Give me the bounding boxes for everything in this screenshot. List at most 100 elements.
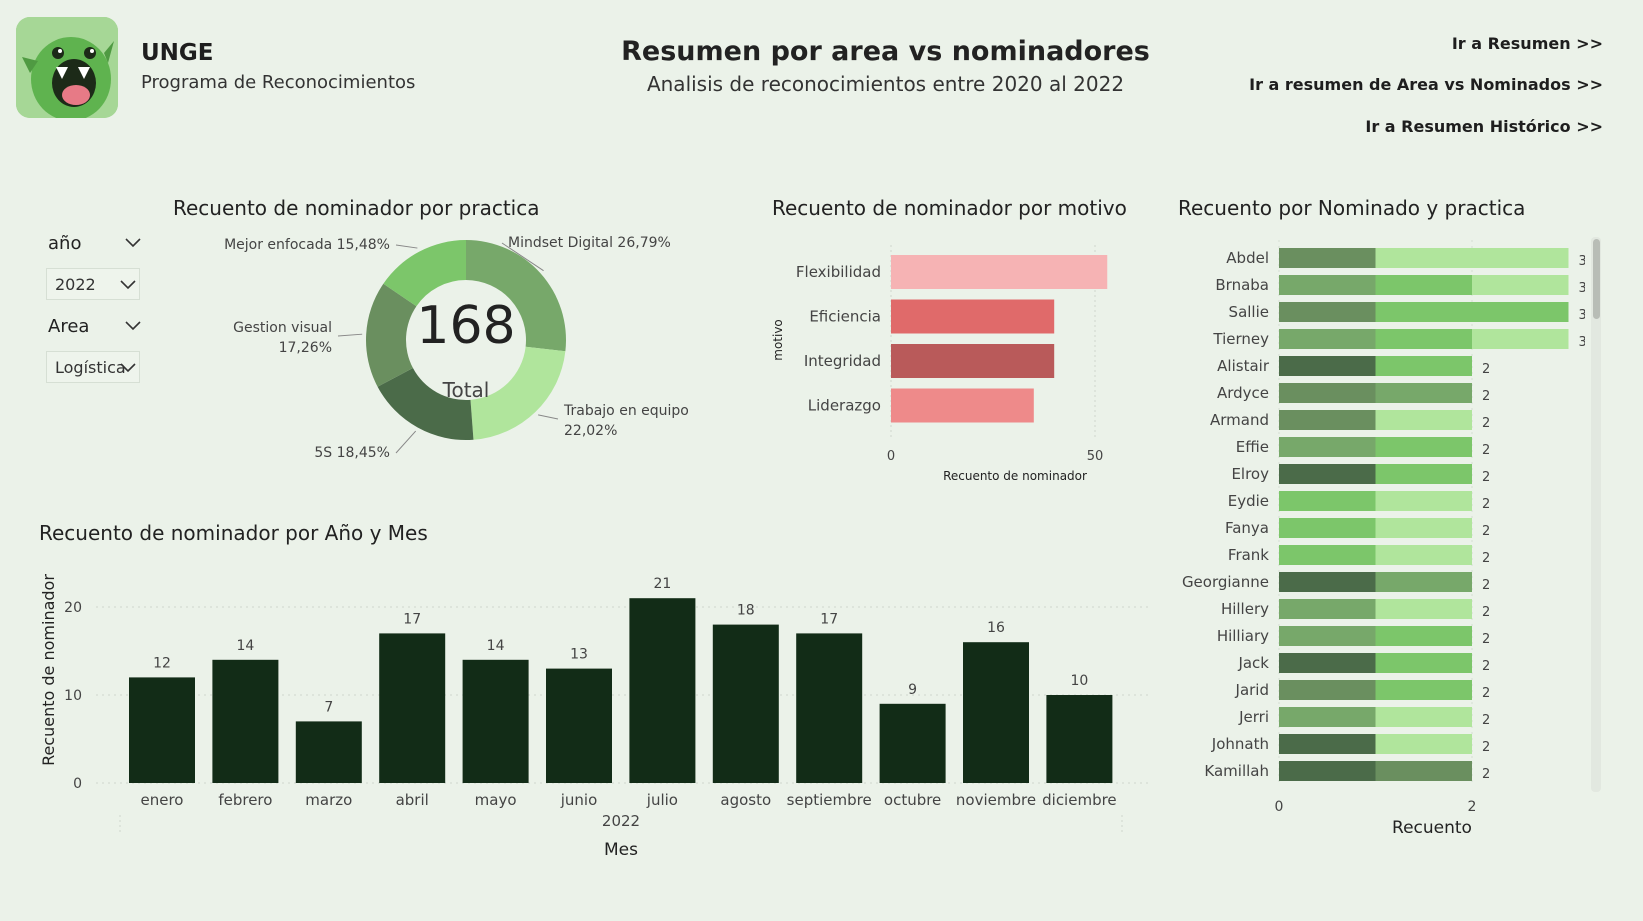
donut-slice-pct: 22,02% <box>564 423 617 439</box>
nominado-name-label: Georgianne <box>1182 573 1269 591</box>
nominado-bar-segment[interactable] <box>1375 356 1473 376</box>
monthly-bar[interactable] <box>796 633 863 783</box>
monthly-bar[interactable] <box>295 721 362 783</box>
year-dropdown[interactable]: 2022 <box>46 268 140 300</box>
nominado-bar-segment[interactable] <box>1279 572 1376 592</box>
area-dropdown[interactable]: Logística <box>46 351 140 383</box>
nominado-bar-segment[interactable] <box>1375 329 1473 349</box>
nominado-bar-segment[interactable] <box>1375 491 1473 511</box>
nominado-name-label: Kamillah <box>1204 762 1269 780</box>
nominado-scrollbar[interactable] <box>1591 237 1601 792</box>
nominado-bar-segment[interactable] <box>1375 572 1473 592</box>
nominado-bar-segment[interactable] <box>1375 599 1473 619</box>
nominado-bar-segment[interactable] <box>1279 734 1376 754</box>
nominado-total-label: 2 <box>1482 389 1490 404</box>
nominado-bar-segment[interactable] <box>1375 707 1473 727</box>
nominado-name-label: Armand <box>1210 411 1269 429</box>
year-slicer-header[interactable]: año <box>48 233 144 254</box>
nominado-total-label: 2 <box>1482 605 1490 620</box>
nominado-bar-segment[interactable] <box>1375 626 1473 646</box>
donut-slice-label: Mejor enfocada 15,48% <box>224 237 390 253</box>
monthly-category-label: febrero <box>218 791 272 809</box>
motivo-ylabel: motivo <box>771 319 785 361</box>
monthly-data-label: 21 <box>653 576 671 592</box>
motivo-bar[interactable] <box>891 299 1055 334</box>
monthly-bar[interactable] <box>963 642 1029 783</box>
nominado-bar-segment[interactable] <box>1375 437 1473 457</box>
motivo-bar[interactable] <box>891 388 1034 423</box>
nominado-name-label: Ardyce <box>1217 384 1269 402</box>
motivo-bar[interactable] <box>891 344 1055 378</box>
nominado-bar-segment[interactable] <box>1279 491 1376 511</box>
nominado-bar-segment[interactable] <box>1375 545 1473 565</box>
nominado-bar-segment[interactable] <box>1375 248 1569 268</box>
monthly-data-label: 12 <box>153 655 171 671</box>
nominado-bar-segment[interactable] <box>1279 248 1376 268</box>
page-title: Resumen por area vs nominadores <box>621 36 1150 67</box>
nominado-bar-segment[interactable] <box>1279 653 1376 673</box>
nominado-bar-segment[interactable] <box>1279 356 1376 376</box>
nominado-name-label: Hillery <box>1221 600 1269 618</box>
monthly-bar[interactable] <box>462 659 529 783</box>
nominado-bar-segment[interactable] <box>1279 626 1376 646</box>
monthly-bar[interactable] <box>379 633 446 783</box>
motivo-bar[interactable] <box>891 255 1108 289</box>
monthly-bar[interactable] <box>712 624 779 783</box>
nominado-bar-segment[interactable] <box>1279 680 1376 700</box>
nominado-bar-segment[interactable] <box>1279 761 1376 781</box>
nominado-bar-segment[interactable] <box>1279 599 1376 619</box>
monthly-data-label: 9 <box>908 682 917 698</box>
monthly-category-label: marzo <box>305 791 352 809</box>
nominado-bar-segment[interactable] <box>1279 410 1376 430</box>
nominado-total-label: 2 <box>1482 740 1490 755</box>
monthly-data-label: 14 <box>487 638 505 654</box>
chevron-down-icon[interactable] <box>119 362 137 374</box>
nominado-bar-segment[interactable] <box>1375 680 1473 700</box>
nominado-bar-segment[interactable] <box>1375 761 1473 781</box>
motivo-category-label: Liderazgo <box>808 397 881 415</box>
nominado-total-label: 2 <box>1482 578 1490 593</box>
nominado-bar-segment[interactable] <box>1279 302 1376 322</box>
nominado-bar-segment[interactable] <box>1279 329 1376 349</box>
nominado-bar-segment[interactable] <box>1375 275 1473 295</box>
nominado-bar-segment[interactable] <box>1279 383 1376 403</box>
nominado-name-label: Jerri <box>1238 708 1269 726</box>
chevron-down-icon[interactable] <box>124 320 142 332</box>
motivo-category-label: Flexibilidad <box>796 263 881 281</box>
nominado-bar-segment[interactable] <box>1279 707 1376 727</box>
nominado-bar-segment[interactable] <box>1279 275 1376 295</box>
chevron-down-icon[interactable] <box>124 237 142 249</box>
nominado-bar-segment[interactable] <box>1279 518 1376 538</box>
nominado-bar-segment[interactable] <box>1375 734 1473 754</box>
nominado-xlabel: Recuento <box>1392 818 1472 838</box>
monthly-bar[interactable] <box>629 598 696 783</box>
nominado-bar-segment[interactable] <box>1375 464 1473 484</box>
chevron-down-icon[interactable] <box>119 279 137 291</box>
nominado-total-label: 2 <box>1482 497 1490 512</box>
monthly-category-label: septiembre <box>787 791 872 809</box>
monthly-bar[interactable] <box>212 659 279 783</box>
nav-link-area-vs-nominados[interactable]: Ir a resumen de Area vs Nominados >> <box>1249 75 1603 94</box>
monthly-bar[interactable] <box>879 703 946 783</box>
nominado-scrollbar-thumb[interactable] <box>1593 239 1600 319</box>
nominado-bar-segment[interactable] <box>1472 275 1569 295</box>
monthly-bar[interactable] <box>1046 695 1113 783</box>
monthly-category-label: agosto <box>720 791 771 809</box>
nominado-bar-segment[interactable] <box>1472 329 1569 349</box>
nav-link-resumen[interactable]: Ir a Resumen >> <box>1452 34 1603 53</box>
nominado-bar-segment[interactable] <box>1279 437 1376 457</box>
nominado-bar-segment[interactable] <box>1375 302 1569 322</box>
monthly-bar[interactable] <box>546 668 612 783</box>
area-slicer-header[interactable]: Area <box>48 316 144 337</box>
nominado-name-label: Elroy <box>1231 465 1269 483</box>
monthly-bar[interactable] <box>129 677 195 783</box>
nominado-xtick: 2 <box>1468 799 1477 815</box>
nav-link-resumen-historico[interactable]: Ir a Resumen Histórico >> <box>1365 117 1603 136</box>
nominado-bar-segment[interactable] <box>1375 653 1473 673</box>
monthly-category-label: noviembre <box>956 791 1036 809</box>
nominado-bar-segment[interactable] <box>1279 464 1376 484</box>
nominado-bar-segment[interactable] <box>1375 383 1473 403</box>
nominado-bar-segment[interactable] <box>1279 545 1376 565</box>
nominado-bar-segment[interactable] <box>1375 518 1473 538</box>
nominado-bar-segment[interactable] <box>1375 410 1473 430</box>
